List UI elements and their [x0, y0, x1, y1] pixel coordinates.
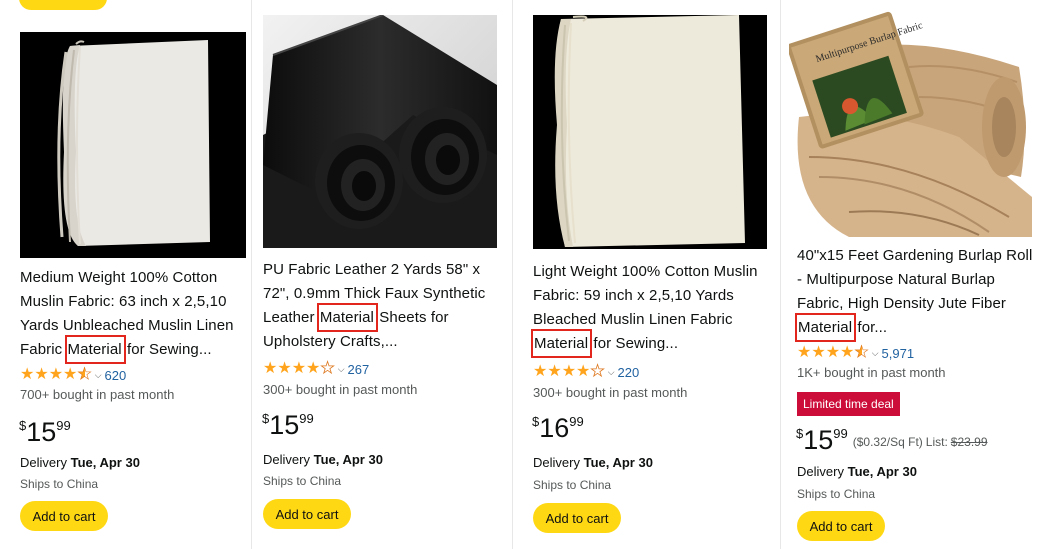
title-text[interactable]: 40"x15 Feet Gardening Burlap Roll - Mult…: [797, 247, 1032, 312]
price-whole: 15: [269, 410, 300, 440]
title-text-end[interactable]: for Sewing...: [589, 335, 678, 352]
product-image[interactable]: [263, 15, 497, 248]
column-divider: [251, 0, 252, 549]
delivery-label: Delivery: [263, 452, 310, 467]
price-fraction: 99: [299, 411, 314, 426]
price[interactable]: $ 15 99 ($0.32/Sq Ft) List: $23.99: [796, 425, 988, 455]
delivery-date: Tue, Apr 30: [847, 464, 917, 479]
bought-count: 300+ bought in past month: [533, 385, 688, 400]
add-to-cart-button[interactable]: Add to cart: [533, 503, 621, 533]
delivery-info: Delivery Tue, Apr 30: [263, 452, 383, 467]
delivery-label: Delivery: [797, 464, 844, 479]
add-to-cart-button-partial[interactable]: [19, 0, 107, 10]
highlighted-keyword: Material: [64, 335, 126, 364]
delivery-label: Delivery: [20, 455, 67, 470]
price-symbol: $: [532, 414, 540, 429]
rating[interactable]: ★ ★ ★ ★ ★ ⌵ 620: [20, 366, 126, 384]
chevron-down-icon[interactable]: ⌵: [872, 348, 879, 359]
add-to-cart-button[interactable]: Add to cart: [263, 499, 351, 529]
product-title[interactable]: PU Fabric Leather 2 Yards 58" x 72", 0.9…: [263, 258, 503, 354]
price-symbol: $: [262, 411, 270, 426]
price-fraction: 99: [56, 418, 71, 433]
delivery-date: Tue, Apr 30: [70, 455, 140, 470]
delivery-info: Delivery Tue, Apr 30: [20, 455, 140, 470]
rating-count[interactable]: 620: [105, 368, 127, 383]
star-rating[interactable]: ★ ★ ★ ★ ★: [20, 366, 92, 383]
rating[interactable]: ★ ★ ★ ★ ★ ⌵ 5,971: [797, 344, 914, 362]
star-rating[interactable]: ★ ★ ★ ★ ★: [797, 344, 869, 361]
rating-count[interactable]: 5,971: [882, 346, 915, 361]
price[interactable]: $ 16 99: [532, 413, 584, 443]
ships-to: Ships to China: [20, 477, 99, 491]
list-price-label: List:: [925, 435, 948, 449]
highlighted-keyword: Material: [316, 303, 378, 332]
title-text-end[interactable]: for...: [853, 319, 887, 336]
list-price: $23.99: [950, 435, 988, 449]
column-divider: [512, 0, 513, 549]
price-symbol: $: [19, 418, 27, 433]
title-text-end[interactable]: for Sewing...: [123, 341, 212, 358]
product-title[interactable]: 40"x15 Feet Gardening Burlap Roll - Mult…: [795, 244, 1037, 342]
price-fraction: 99: [569, 414, 584, 429]
product-title[interactable]: Medium Weight 100% Cotton Muslin Fabric:…: [20, 266, 248, 364]
price-fraction: 99: [833, 426, 848, 441]
burlap-roll-image: Multipurpose Burlap Fabric: [789, 7, 1032, 237]
delivery-label: Delivery: [533, 455, 580, 470]
rating[interactable]: ★ ★ ★ ★ ★ ⌵ 267: [263, 360, 369, 378]
price-whole: 16: [539, 413, 570, 443]
muslin-fabric-image: [20, 32, 246, 258]
price[interactable]: $ 15 99: [19, 417, 71, 447]
ships-to: Ships to China: [263, 474, 342, 488]
add-to-cart-button[interactable]: Add to cart: [20, 501, 108, 531]
price[interactable]: $ 15 99: [262, 410, 314, 440]
delivery-info: Delivery Tue, Apr 30: [533, 455, 653, 470]
product-image[interactable]: [20, 32, 246, 258]
delivery-date: Tue, Apr 30: [583, 455, 653, 470]
product-title[interactable]: Light Weight 100% Cotton Muslin Fabric: …: [531, 260, 771, 358]
product-image[interactable]: [533, 15, 767, 249]
star-rating[interactable]: ★ ★ ★ ★ ★: [263, 360, 335, 377]
rating-count[interactable]: 220: [618, 365, 640, 380]
add-to-cart-button[interactable]: Add to cart: [797, 511, 885, 541]
ships-to: Ships to China: [797, 487, 876, 501]
pu-leather-image: [263, 15, 497, 248]
delivery-info: Delivery Tue, Apr 30: [797, 464, 917, 479]
price-symbol: $: [796, 426, 804, 441]
price-whole: 15: [26, 417, 57, 447]
muslin-fabric-image: [533, 15, 767, 249]
highlighted-keyword: Material: [531, 329, 593, 358]
rating[interactable]: ★ ★ ★ ★ ★ ⌵ 220: [533, 363, 639, 381]
chevron-down-icon[interactable]: ⌵: [95, 370, 102, 381]
unit-price: ($0.32/Sq Ft): [852, 435, 923, 449]
bought-count: 300+ bought in past month: [263, 382, 418, 397]
rating-count[interactable]: 267: [348, 362, 370, 377]
star-rating[interactable]: ★ ★ ★ ★ ★: [533, 363, 605, 380]
price-whole: 15: [803, 425, 834, 455]
bought-count: 1K+ bought in past month: [797, 365, 946, 380]
chevron-down-icon[interactable]: ⌵: [338, 364, 345, 375]
delivery-date: Tue, Apr 30: [313, 452, 383, 467]
product-image[interactable]: Multipurpose Burlap Fabric: [789, 7, 1032, 237]
chevron-down-icon[interactable]: ⌵: [608, 367, 615, 378]
deal-badge: Limited time deal: [797, 392, 900, 416]
column-divider: [780, 0, 781, 549]
ships-to: Ships to China: [533, 478, 612, 492]
highlighted-keyword: Material: [795, 313, 857, 342]
title-text[interactable]: Light Weight 100% Cotton Muslin Fabric: …: [533, 263, 758, 328]
bought-count: 700+ bought in past month: [20, 387, 175, 402]
